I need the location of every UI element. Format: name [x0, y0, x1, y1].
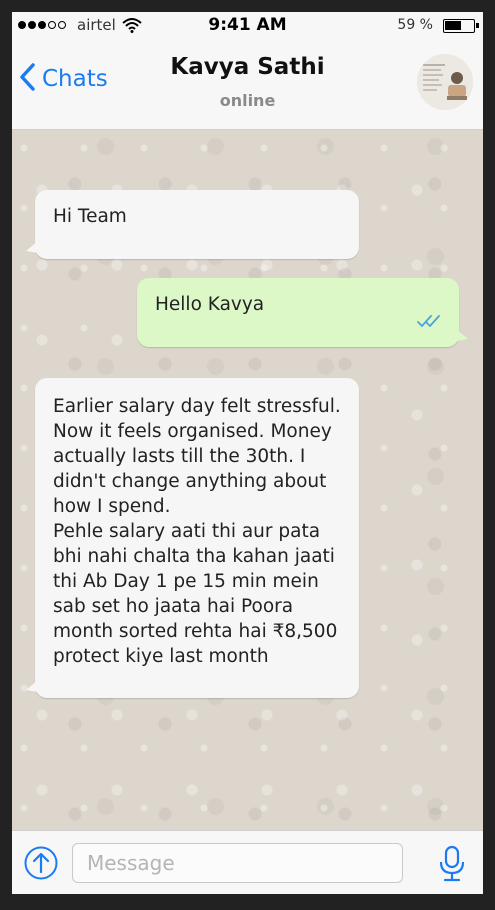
contact-avatar[interactable]	[417, 54, 473, 110]
incoming-message-bubble[interactable]: Hi Team	[26, 190, 359, 259]
message-thread[interactable]: Hi Team Hello Kavya Earlier salary day f…	[12, 130, 483, 830]
incoming-message-bubble[interactable]: Earlier salary day felt stressful. Now i…	[26, 378, 359, 698]
chat-header: Chats Kavya Sathi online	[12, 40, 483, 130]
message-text: Earlier salary day felt stressful. Now i…	[53, 396, 341, 667]
battery-icon	[443, 19, 479, 33]
phone-screen: airtel 9:41 AM 59 % Chats Kavya Sathi on…	[12, 12, 483, 894]
contact-name[interactable]: Kavya Sathi	[12, 54, 483, 80]
battery-level	[445, 21, 461, 30]
outgoing-message-bubble[interactable]: Hello Kavya	[137, 278, 468, 347]
upload-arrow-icon[interactable]	[24, 846, 58, 880]
message-composer	[12, 830, 483, 894]
message-text: Hi Team	[53, 206, 127, 227]
battery-percentage: 59 %	[397, 17, 433, 33]
status-bar: airtel 9:41 AM 59 %	[12, 12, 483, 40]
message-text: Hello Kavya	[155, 294, 265, 315]
contact-status: online	[219, 91, 276, 110]
double-check-icon	[417, 310, 443, 335]
microphone-icon[interactable]	[439, 845, 465, 883]
message-input[interactable]	[72, 843, 403, 883]
